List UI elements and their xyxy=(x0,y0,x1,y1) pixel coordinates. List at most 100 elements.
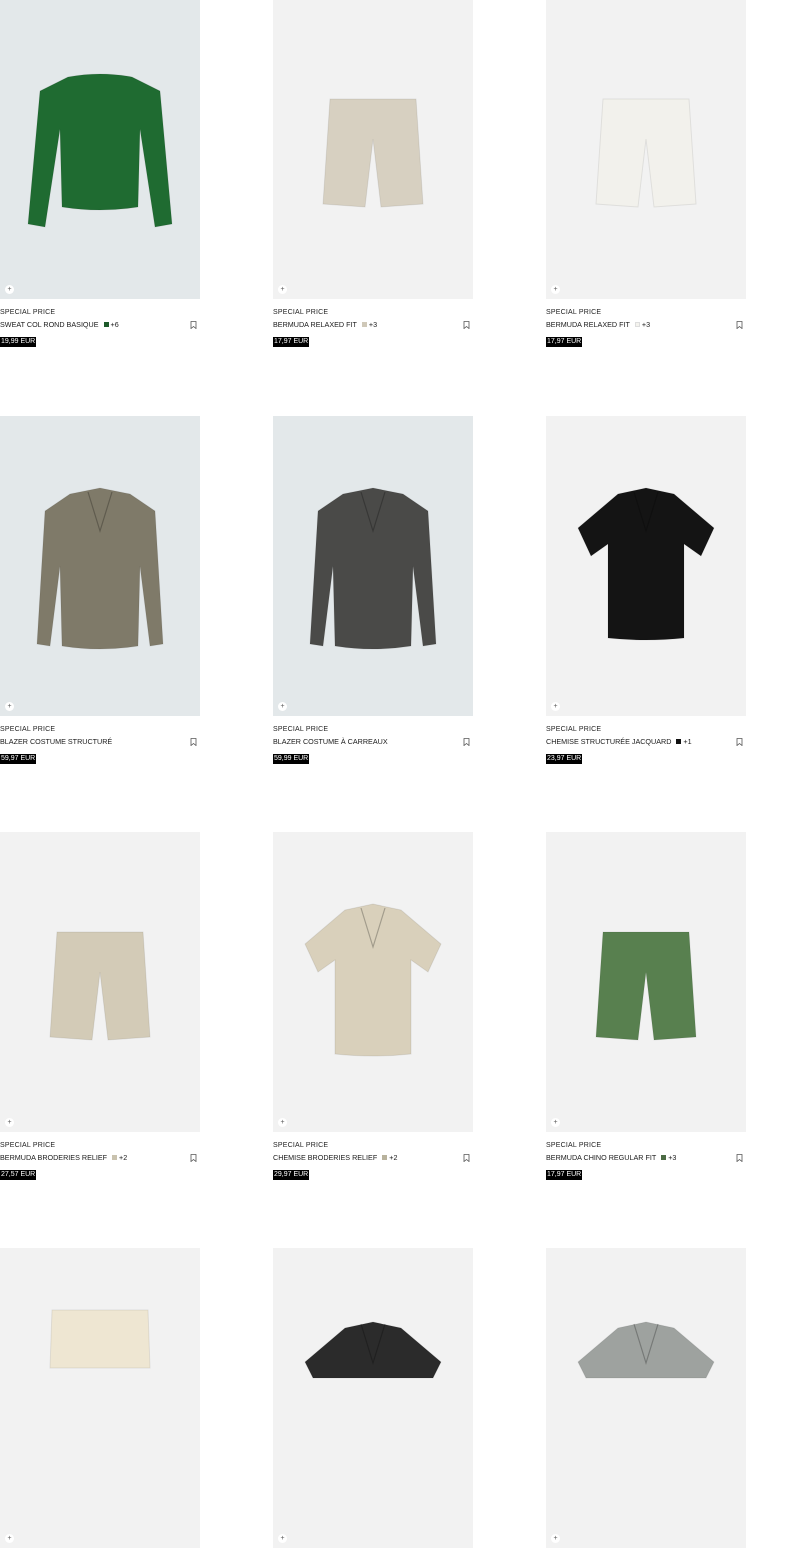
product-photo-garment xyxy=(577,1321,715,1379)
product-card[interactable]: + SPECIAL PRICE SWEAT COL ROND BASIQUE +6 19… xyxy=(0,0,200,348)
product-card[interactable]: + SPECIAL PRICE BLAZER COSTUME STRUCTURÉ 59… xyxy=(0,416,200,765)
product-name[interactable]: BERMUDA CHINO REGULAR FIT xyxy=(546,1153,656,1162)
product-photo-garment xyxy=(49,931,151,1041)
product-image[interactable]: + xyxy=(546,0,746,299)
product-name[interactable]: CHEMISE STRUCTURÉE JACQUARD xyxy=(546,737,671,746)
more-colors-count: +3 xyxy=(368,320,378,329)
color-swatch[interactable] xyxy=(112,1155,118,1160)
product-image[interactable]: + xyxy=(546,832,746,1132)
color-swatch[interactable] xyxy=(661,1155,667,1160)
product-price: 59,97 EUR xyxy=(0,754,37,764)
product-card[interactable]: + xyxy=(0,1248,200,1548)
product-price: 29,97 EUR xyxy=(273,1170,310,1180)
product-photo-garment xyxy=(309,487,437,650)
plus-icon[interactable]: + xyxy=(278,285,287,294)
product-photo-garment xyxy=(27,73,173,228)
product-tag: SPECIAL PRICE xyxy=(546,1142,602,1149)
product-tag: SPECIAL PRICE xyxy=(0,726,56,733)
product-photo-garment xyxy=(577,487,715,641)
more-colors-count: +3 xyxy=(668,1153,677,1162)
product-name-row: BLAZER COSTUME À CARREAUX xyxy=(273,737,473,747)
product-name-row: CHEMISE STRUCTURÉE JACQUARD +1 xyxy=(546,737,746,747)
more-colors-count: +2 xyxy=(389,1153,398,1162)
product-price: 17,97 EUR xyxy=(273,337,310,347)
plus-icon[interactable]: + xyxy=(551,702,560,711)
product-card[interactable]: + SPECIAL PRICE BLAZER COSTUME À CARREAUX 5… xyxy=(273,416,473,765)
product-image[interactable]: + xyxy=(273,0,473,299)
product-price: 27,57 EUR xyxy=(0,1170,37,1180)
product-name[interactable]: BLAZER COSTUME STRUCTURÉ xyxy=(0,737,112,746)
product-name-row: BERMUDA RELAXED FIT +3 xyxy=(273,320,473,330)
plus-icon[interactable]: + xyxy=(551,1118,560,1127)
product-card[interactable]: + xyxy=(546,1248,746,1548)
plus-icon[interactable]: + xyxy=(5,1118,14,1127)
product-name-row: BLAZER COSTUME STRUCTURÉ xyxy=(0,737,200,747)
product-photo-garment xyxy=(304,903,442,1057)
bookmark-icon[interactable] xyxy=(463,738,470,746)
product-card[interactable]: + SPECIAL PRICE CHEMISE STRUCTURÉE JACQUAR… xyxy=(546,416,746,765)
product-price: 19,99 EUR xyxy=(0,337,37,347)
product-name[interactable]: CHEMISE BRODERIES RELIEF xyxy=(273,1153,377,1162)
bookmark-icon[interactable] xyxy=(190,1154,197,1162)
product-image[interactable]: + xyxy=(0,0,200,299)
color-swatch[interactable] xyxy=(103,322,109,327)
product-photo-garment xyxy=(595,931,697,1041)
plus-icon[interactable]: + xyxy=(278,702,287,711)
bookmark-icon[interactable] xyxy=(736,321,743,329)
product-image[interactable]: + xyxy=(0,416,200,716)
product-price: 17,97 EUR xyxy=(546,1170,583,1180)
product-photo-garment xyxy=(322,98,424,208)
bookmark-icon[interactable] xyxy=(463,1154,470,1162)
plus-icon[interactable]: + xyxy=(551,285,560,294)
product-image[interactable]: + xyxy=(546,416,746,716)
product-price: 17,97 EUR xyxy=(546,337,583,347)
product-price: 23,97 EUR xyxy=(546,754,583,764)
product-photo-garment xyxy=(49,1309,151,1369)
product-tag: SPECIAL PRICE xyxy=(273,309,329,316)
color-swatch[interactable] xyxy=(676,739,682,744)
product-card[interactable]: + SPECIAL PRICE BERMUDA CHINO REGULAR FIT +… xyxy=(546,832,746,1181)
plus-icon[interactable]: + xyxy=(278,1534,287,1543)
plus-icon[interactable]: + xyxy=(5,1534,14,1543)
color-swatch[interactable] xyxy=(382,1155,388,1160)
product-name[interactable]: BLAZER COSTUME À CARREAUX xyxy=(273,737,388,746)
product-image[interactable]: + xyxy=(0,832,200,1132)
color-swatch[interactable] xyxy=(634,322,640,327)
bookmark-icon[interactable] xyxy=(736,738,743,746)
product-name[interactable]: BERMUDA BRODERIES RELIEF xyxy=(0,1153,107,1162)
product-name[interactable]: SWEAT COL ROND BASIQUE xyxy=(0,320,99,329)
more-colors-count: +2 xyxy=(119,1153,128,1162)
product-tag: SPECIAL PRICE xyxy=(0,1142,56,1149)
product-card[interactable]: + SPECIAL PRICE BERMUDA RELAXED FIT +3 17,97… xyxy=(546,0,746,348)
product-photo-garment xyxy=(36,487,164,650)
plus-icon[interactable]: + xyxy=(278,1118,287,1127)
product-card[interactable]: + SPECIAL PRICE BERMUDA RELAXED FIT +3 17,97… xyxy=(273,0,473,348)
plus-icon[interactable]: + xyxy=(5,702,14,711)
more-colors-count: +1 xyxy=(683,737,692,746)
plus-icon[interactable]: + xyxy=(5,285,14,294)
color-swatch[interactable] xyxy=(361,322,367,327)
bookmark-icon[interactable] xyxy=(463,321,470,329)
product-image[interactable]: + xyxy=(0,1248,200,1548)
product-tag: SPECIAL PRICE xyxy=(546,309,602,316)
product-name-row: SWEAT COL ROND BASIQUE +6 xyxy=(0,320,200,330)
product-card[interactable]: + SPECIAL PRICE CHEMISE BRODERIES RELIEF +2… xyxy=(273,832,473,1181)
bookmark-icon[interactable] xyxy=(190,738,197,746)
product-image[interactable]: + xyxy=(273,832,473,1132)
bookmark-icon[interactable] xyxy=(190,321,197,329)
product-card[interactable]: + SPECIAL PRICE BERMUDA BRODERIES RELIEF +2… xyxy=(0,832,200,1181)
product-image[interactable]: + xyxy=(273,416,473,716)
product-name[interactable]: BERMUDA RELAXED FIT xyxy=(273,320,357,329)
product-photo-garment xyxy=(595,98,697,208)
product-photo-garment xyxy=(304,1321,442,1379)
product-card[interactable]: + xyxy=(273,1248,473,1548)
product-tag: SPECIAL PRICE xyxy=(273,726,329,733)
bookmark-icon[interactable] xyxy=(736,1154,743,1162)
product-name[interactable]: BERMUDA RELAXED FIT xyxy=(546,320,630,329)
more-colors-count: +3 xyxy=(641,320,651,329)
product-image[interactable]: + xyxy=(273,1248,473,1548)
product-image[interactable]: + xyxy=(546,1248,746,1548)
plus-icon[interactable]: + xyxy=(551,1534,560,1543)
product-tag: SPECIAL PRICE xyxy=(0,309,56,316)
product-tag: SPECIAL PRICE xyxy=(273,1142,329,1149)
